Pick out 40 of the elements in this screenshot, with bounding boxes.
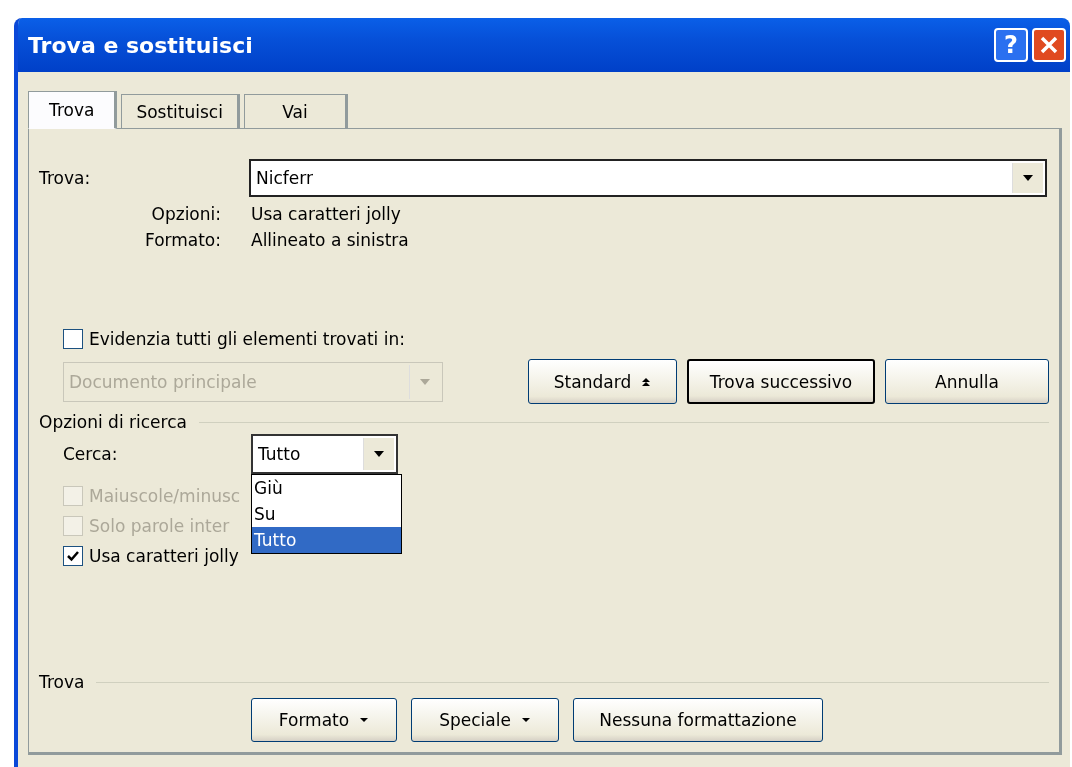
close-button[interactable]	[1032, 28, 1066, 62]
info-label: Opzioni:	[150, 203, 221, 226]
tab[interactable]: Vai	[243, 94, 348, 128]
dropdown-arrow-icon	[373, 450, 385, 458]
dropdown-option[interactable]: Tutto	[252, 527, 401, 553]
find-field[interactable]: Nicferr	[249, 159, 1047, 197]
dialog-button[interactable]: Standard	[528, 359, 677, 404]
dialog-button[interactable]: Speciale	[411, 698, 559, 742]
close-icon	[1038, 34, 1060, 56]
checkbox-label: Solo parole inter	[89, 516, 230, 536]
find-label: Trova:	[39, 168, 92, 188]
checkbox[interactable]	[63, 329, 83, 349]
collapse-icon	[641, 376, 652, 387]
caret-icon	[520, 717, 531, 723]
checkbox[interactable]	[63, 546, 83, 566]
dialog-button[interactable]: Formato	[251, 698, 397, 742]
checkbox-label: Evidenzia tutti gli elementi trovati in:	[89, 329, 405, 349]
dialog-button[interactable]: Annulla	[885, 359, 1049, 404]
search-direction-dropdown[interactable]: Tutto	[251, 434, 398, 474]
tab[interactable]: Sostituisci	[121, 94, 240, 128]
info-label: Formato:	[143, 229, 221, 252]
info-value: Usa caratteri jolly	[251, 203, 402, 226]
tab[interactable]: Trova	[28, 91, 118, 129]
dropdown-arrow-icon	[1022, 174, 1034, 182]
dropdown-option[interactable]: Giù	[252, 475, 401, 501]
group-title: Opzioni di ricerca	[39, 412, 187, 432]
info-value: Allineato a sinistra	[251, 229, 410, 252]
checkmark-icon	[66, 549, 80, 563]
group-title: Trova	[39, 672, 85, 692]
checkbox-label: Maiuscole/minusc	[89, 486, 241, 506]
dialog-button[interactable]: Trova successivo	[687, 359, 875, 404]
help-button[interactable]: ?	[994, 28, 1028, 62]
dropdown-arrow-icon	[419, 377, 431, 386]
window-title: Trova e sostituisci	[28, 32, 253, 58]
checkbox-label: Usa caratteri jolly	[89, 546, 239, 566]
search-direction-label: Cerca:	[63, 444, 119, 464]
dropdown-option[interactable]: Su	[252, 501, 401, 527]
caret-icon	[359, 717, 370, 723]
dialog-button[interactable]: Nessuna formattazione	[573, 698, 823, 742]
highlight-checkbox[interactable]: Evidenzia tutti gli elementi trovati in:	[63, 329, 1049, 349]
